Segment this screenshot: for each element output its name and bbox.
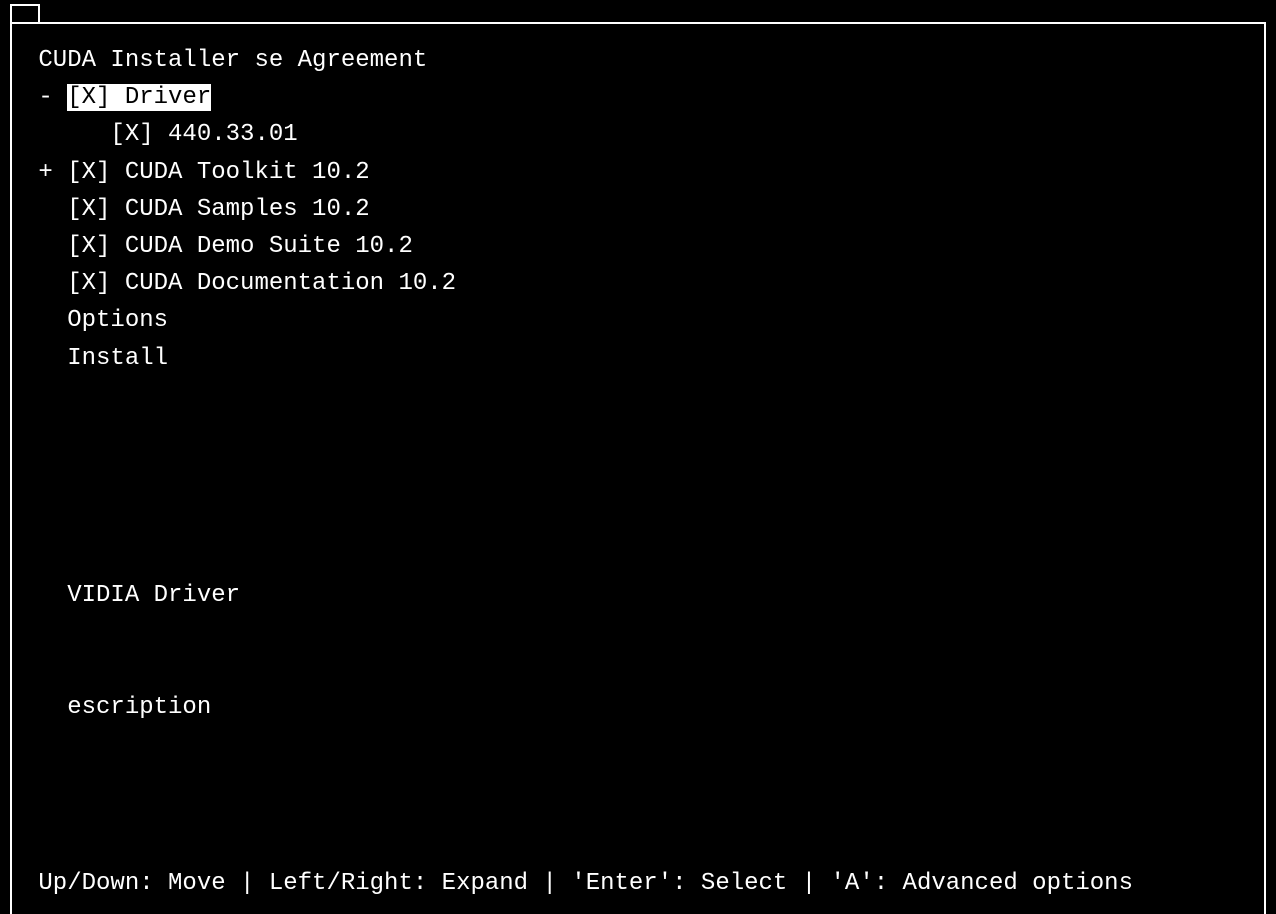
selected-item[interactable]: [X] Driver <box>67 84 211 111</box>
install-item-row[interactable]: - [X] Driver <box>24 79 1252 116</box>
install-item-row[interactable]: Install <box>24 340 1252 377</box>
install-item-row[interactable]: [X] 440.33.01 <box>24 116 1252 153</box>
item-prefix: - <box>24 84 67 111</box>
install-item-row[interactable]: Options <box>24 302 1252 339</box>
install-items-list: - [X] Driver [X] 440.33.01 + [X] CUDA To… <box>24 79 1252 377</box>
install-item-row[interactable]: [X] CUDA Documentation 10.2 <box>24 265 1252 302</box>
info-driver-line: VIDIA Driver <box>24 577 1252 614</box>
install-item-row[interactable]: + [X] CUDA Toolkit 10.2 <box>24 154 1252 191</box>
footer-help: Up/Down: Move | Left/Right: Expand | 'En… <box>24 865 1252 902</box>
installer-title: CUDA Installer se Agreement <box>24 42 1252 79</box>
terminal-frame: CUDA Installer se Agreement - [X] Driver… <box>10 22 1266 914</box>
description-label: escription <box>24 689 1252 726</box>
corner-decoration <box>10 4 40 22</box>
install-item-row[interactable]: [X] CUDA Samples 10.2 <box>24 191 1252 228</box>
install-item-row[interactable]: [X] CUDA Demo Suite 10.2 <box>24 228 1252 265</box>
